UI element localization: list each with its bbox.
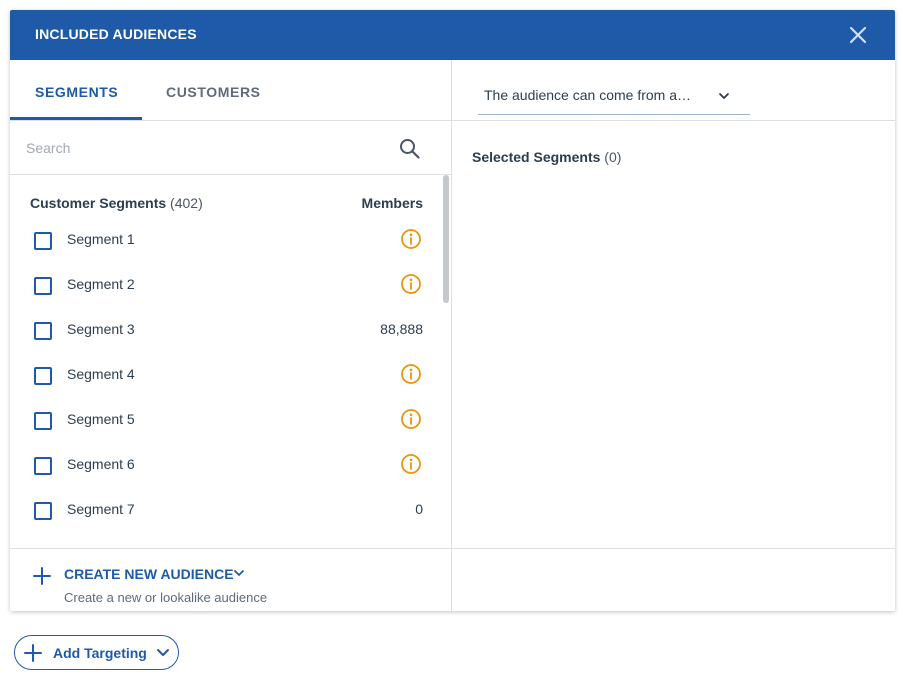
- segment-checkbox[interactable]: [34, 412, 52, 430]
- audience-tabs: SEGMENTS CUSTOMERS: [10, 60, 451, 121]
- segment-rows: Segment 1 Segment 2 Segment 3 88,888 Segment…: [10, 229, 451, 547]
- segment-checkbox[interactable]: [34, 367, 52, 385]
- info-icon[interactable]: [400, 363, 422, 385]
- tab-segments[interactable]: SEGMENTS: [35, 84, 118, 100]
- active-tab-indicator: [10, 117, 142, 120]
- list-item[interactable]: Segment 5: [10, 409, 451, 457]
- segment-checkbox[interactable]: [34, 502, 52, 520]
- selected-title-text: Selected Segments: [472, 149, 601, 165]
- segment-label: Segment 2: [67, 276, 135, 292]
- members-column-header: Members: [361, 195, 423, 211]
- list-item[interactable]: Segment 7 0: [10, 501, 451, 547]
- add-targeting-button[interactable]: Add Targeting: [14, 635, 179, 670]
- segment-checkbox[interactable]: [34, 232, 52, 250]
- panel-title: INCLUDED AUDIENCES: [35, 26, 197, 42]
- selected-count: (0): [604, 149, 622, 165]
- selected-segments-title: Selected Segments (0): [472, 149, 621, 165]
- segment-label: Segment 4: [67, 366, 135, 382]
- segment-label: Segment 6: [67, 456, 135, 472]
- info-icon[interactable]: [400, 228, 422, 250]
- chevron-down-icon: [719, 93, 729, 99]
- selected-pane: The audience can come from a… Selected S…: [452, 60, 895, 611]
- divider: [452, 120, 895, 121]
- selected-footer: [452, 548, 895, 611]
- search-icon[interactable]: [399, 138, 421, 160]
- search-input[interactable]: [24, 135, 388, 161]
- info-icon[interactable]: [400, 453, 422, 475]
- segment-label: Segment 1: [67, 231, 135, 247]
- list-item[interactable]: Segment 4: [10, 364, 451, 412]
- audience-source-dropdown[interactable]: The audience can come from a…: [478, 74, 750, 115]
- info-icon[interactable]: [400, 408, 422, 430]
- close-icon[interactable]: [849, 26, 867, 44]
- segment-checkbox[interactable]: [34, 457, 52, 475]
- segment-label: Segment 3: [67, 321, 135, 337]
- create-audience-footer: CREATE NEW AUDIENCE Create a new or look…: [10, 548, 451, 611]
- scrollbar-thumb[interactable]: [443, 175, 449, 303]
- chevron-down-icon: [157, 649, 169, 656]
- plus-icon: [24, 644, 42, 662]
- segment-checkbox[interactable]: [34, 322, 52, 340]
- segment-label: Segment 5: [67, 411, 135, 427]
- list-scrollbar[interactable]: [442, 174, 450, 549]
- create-new-audience-button[interactable]: CREATE NEW AUDIENCE: [64, 566, 234, 582]
- list-count: (402): [170, 195, 203, 211]
- list-item[interactable]: Segment 2: [10, 274, 451, 322]
- add-targeting-label: Add Targeting: [53, 645, 147, 661]
- search-bar: [10, 121, 451, 175]
- tab-customers[interactable]: CUSTOMERS: [166, 84, 261, 100]
- segments-pane: SEGMENTS CUSTOMERS Customer Segments (40…: [10, 60, 452, 611]
- segment-checkbox[interactable]: [34, 277, 52, 295]
- list-header: Customer Segments (402) Members: [10, 174, 451, 232]
- panel-header: INCLUDED AUDIENCES: [10, 10, 895, 60]
- list-item[interactable]: Segment 1: [10, 229, 451, 277]
- plus-icon[interactable]: [32, 566, 52, 586]
- info-icon[interactable]: [400, 273, 422, 295]
- create-audience-subtitle: Create a new or lookalike audience: [64, 590, 268, 605]
- included-audiences-panel: INCLUDED AUDIENCES SEGMENTS CUSTOMERS Cu…: [10, 10, 895, 611]
- member-count: 88,888: [380, 321, 423, 337]
- dropdown-value: The audience can come from a…: [484, 87, 691, 103]
- list-item[interactable]: Segment 3 88,888: [10, 321, 451, 367]
- member-count: 0: [415, 501, 423, 517]
- segment-label: Segment 7: [67, 501, 135, 517]
- list-title: Customer Segments (402): [30, 195, 203, 211]
- segment-list: Customer Segments (402) Members Segment …: [10, 174, 451, 549]
- chevron-down-icon[interactable]: [233, 568, 245, 578]
- list-title-text: Customer Segments: [30, 195, 167, 211]
- list-item[interactable]: Segment 6: [10, 454, 451, 502]
